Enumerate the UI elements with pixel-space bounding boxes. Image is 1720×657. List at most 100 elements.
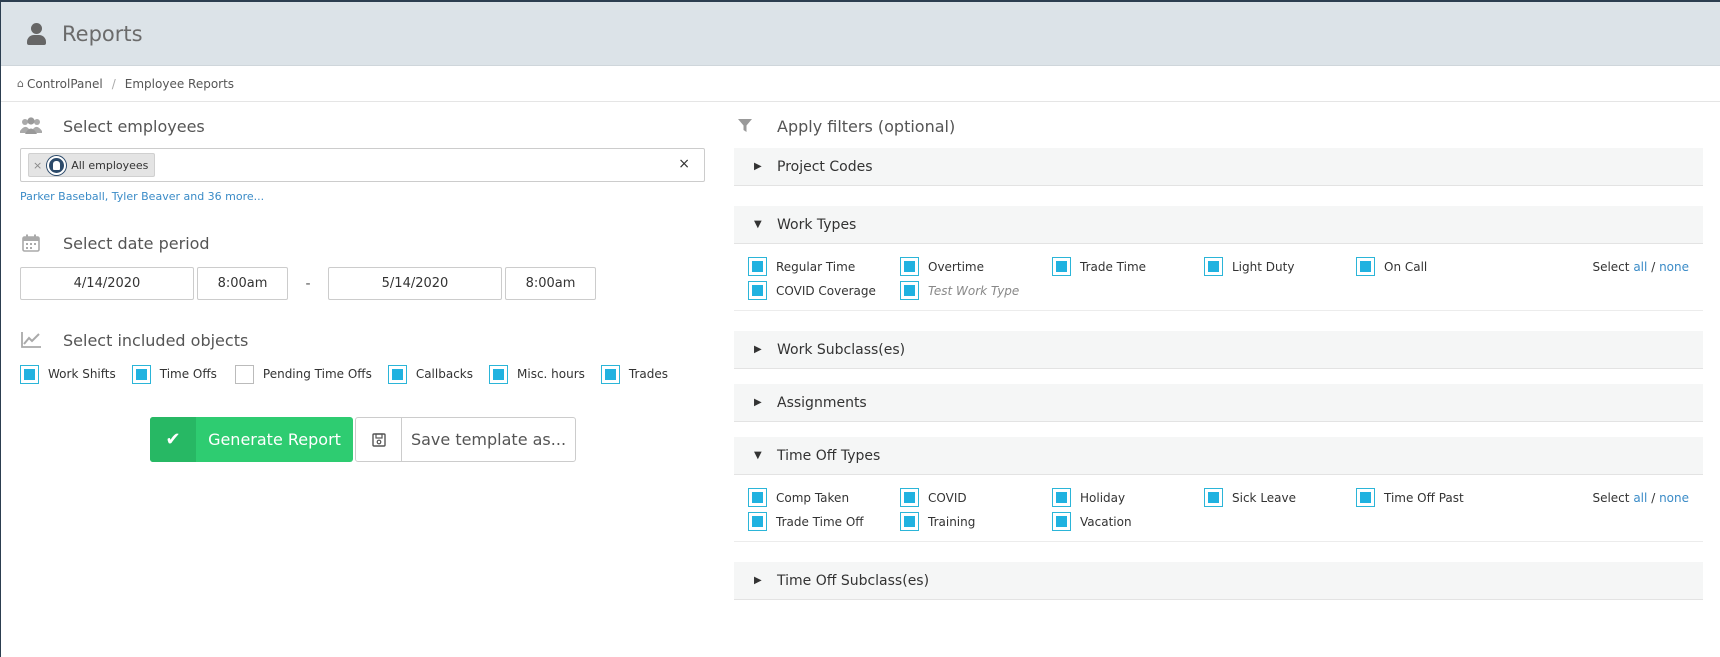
generate-report-label: Generate Report xyxy=(208,430,341,449)
checkbox[interactable] xyxy=(1052,512,1071,531)
panel-project-codes[interactable]: ▶ Project Codes xyxy=(734,148,1703,186)
checkbox-label: Time Off Past xyxy=(1384,490,1464,505)
checkbox-option[interactable]: Time Offs xyxy=(131,364,217,384)
checkbox-option[interactable]: On Call xyxy=(1356,257,1508,276)
panel-work-subclasses[interactable]: ▶ Work Subclass(es) xyxy=(734,331,1703,369)
checkbox[interactable] xyxy=(131,364,151,384)
chart-icon xyxy=(20,330,42,350)
checkbox-option[interactable]: COVID Coverage xyxy=(748,281,900,300)
checkbox-option[interactable]: Trades xyxy=(600,364,668,384)
checkbox-label: Callbacks xyxy=(415,367,473,381)
checkbox[interactable] xyxy=(1356,257,1375,276)
filters-section-title: Apply filters (optional) xyxy=(777,116,956,136)
included-objects: Work Shifts Time Offs Pending Time Offs Cal… xyxy=(20,362,705,386)
checkbox-label: Sick Leave xyxy=(1232,490,1297,505)
checkbox[interactable] xyxy=(20,364,39,384)
panel-title: Project Codes xyxy=(777,158,873,175)
checkbox-option[interactable]: Trade Time Off xyxy=(748,512,900,531)
checkbox[interactable] xyxy=(748,257,767,276)
employee-select[interactable]: × All employees × xyxy=(20,148,705,182)
checkbox-label: Holiday xyxy=(1080,490,1126,505)
employees-section-title: Select employees xyxy=(63,116,205,136)
checkbox-option[interactable]: Sick Leave xyxy=(1204,488,1356,507)
checkbox-option[interactable]: Callbacks xyxy=(387,364,473,384)
checkbox[interactable] xyxy=(748,512,767,531)
checkbox[interactable] xyxy=(234,364,254,384)
time-off-select-all: Select all / none xyxy=(1592,491,1689,505)
clear-icon[interactable]: × xyxy=(678,156,690,172)
checkbox-option[interactable]: Comp Taken xyxy=(748,488,900,507)
checkbox-option[interactable]: Time Off Past xyxy=(1356,488,1508,507)
checkbox-option[interactable]: Training xyxy=(900,512,1052,531)
checkbox[interactable] xyxy=(900,512,919,531)
panel-title: Work Types xyxy=(777,216,857,233)
checkbox[interactable] xyxy=(489,364,508,384)
home-icon: ⌂ xyxy=(17,77,24,90)
checkbox-option[interactable]: Light Duty xyxy=(1204,257,1356,276)
checkbox-option[interactable]: Holiday xyxy=(1052,488,1204,507)
select-all-link[interactable]: all xyxy=(1633,491,1647,505)
checkbox[interactable] xyxy=(900,281,919,300)
user-icon xyxy=(26,22,48,46)
save-template-label: Save template as... xyxy=(410,430,567,449)
checkbox-label: Pending Time Offs xyxy=(262,367,372,381)
checkbox-option[interactable]: Trade Time xyxy=(1052,257,1204,276)
breadcrumb-separator: / xyxy=(111,76,116,91)
tag-remove-icon[interactable]: × xyxy=(33,159,42,172)
start-date-input[interactable]: 4/14/2020 xyxy=(20,267,194,300)
checkbox-label: Regular Time xyxy=(776,259,856,274)
tag-label: All employees xyxy=(71,158,149,172)
checkbox[interactable] xyxy=(900,488,919,507)
checkbox-option[interactable]: COVID xyxy=(900,488,1052,507)
panel-assignments[interactable]: ▶ Assignments xyxy=(734,384,1703,422)
checkbox[interactable] xyxy=(1204,257,1223,276)
panel-time-off-types[interactable]: ▼ Time Off Types xyxy=(734,437,1703,475)
checkbox-label: Trade Time xyxy=(1080,259,1147,274)
panel-title: Assignments xyxy=(777,394,867,411)
breadcrumb-home-link[interactable]: ControlPanel xyxy=(27,77,103,91)
date-section-header: Select date period xyxy=(20,221,705,265)
filters-section-header: Apply filters (optional) xyxy=(734,104,1703,148)
checkbox-option[interactable]: Work Shifts xyxy=(20,364,116,384)
checkbox[interactable] xyxy=(748,281,767,300)
selected-employees-link[interactable]: Parker Baseball, Tyler Beaver and 36 mor… xyxy=(20,190,705,203)
save-template-button[interactable]: Save template as... xyxy=(355,417,576,462)
report-actions: ✔ Generate Report Save template as... xyxy=(150,417,705,462)
checkbox[interactable] xyxy=(1204,488,1223,507)
select-all-link[interactable]: all xyxy=(1633,260,1647,274)
checkbox-option[interactable]: Overtime xyxy=(900,257,1052,276)
checkbox[interactable] xyxy=(900,257,919,276)
checkbox-label: Overtime xyxy=(928,259,984,274)
end-time-input[interactable]: 8:00am xyxy=(505,267,596,300)
select-none-link[interactable]: none xyxy=(1659,260,1689,274)
checkbox-option[interactable]: Vacation xyxy=(1052,512,1204,531)
checkbox[interactable] xyxy=(387,364,407,384)
checkbox-label: Training xyxy=(928,514,976,529)
checkbox[interactable] xyxy=(748,488,767,507)
checkbox-option[interactable]: Regular Time xyxy=(748,257,900,276)
generate-report-button[interactable]: ✔ Generate Report xyxy=(150,417,353,462)
checkbox[interactable] xyxy=(1052,488,1071,507)
all-employees-tag: × All employees xyxy=(28,153,156,177)
end-date-input[interactable]: 5/14/2020 xyxy=(328,267,502,300)
date-section-title: Select date period xyxy=(63,233,210,253)
panel-work-types[interactable]: ▼ Work Types xyxy=(734,206,1703,244)
check-icon: ✔ xyxy=(150,417,196,462)
panel-title: Work Subclass(es) xyxy=(777,341,906,358)
select-none-link[interactable]: none xyxy=(1659,491,1689,505)
checkbox-label: On Call xyxy=(1384,259,1428,274)
checkbox[interactable] xyxy=(1052,257,1071,276)
caret-down-icon: ▼ xyxy=(754,219,762,230)
checkbox[interactable] xyxy=(1356,488,1375,507)
select-prefix: Select xyxy=(1592,260,1630,274)
panel-time-off-subclasses[interactable]: ▶ Time Off Subclass(es) xyxy=(734,562,1703,600)
date-range: 4/14/2020 8:00am - 5/14/2020 8:00am xyxy=(20,267,705,300)
checkbox-option[interactable]: Pending Time Offs xyxy=(234,364,372,384)
checkbox[interactable] xyxy=(600,364,620,384)
start-time-input[interactable]: 8:00am xyxy=(197,267,288,300)
work-types-list: Regular Time Overtime Trade Time Light Duty… xyxy=(748,257,1689,300)
checkbox-option[interactable]: Misc. hours xyxy=(489,364,585,384)
checkbox-label: Work Shifts xyxy=(48,367,116,381)
checkbox-option[interactable]: Test Work Type xyxy=(900,281,1052,300)
